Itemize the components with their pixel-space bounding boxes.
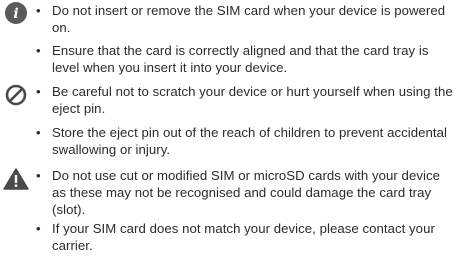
bullet-text: Do not use cut or modified SIM or microS… xyxy=(52,168,440,217)
prohibited-icon xyxy=(3,83,33,107)
list-item: • If your SIM card does not match your d… xyxy=(36,220,456,254)
bullet-text: If your SIM card does not match your dev… xyxy=(52,221,435,253)
list-item: • Ensure that the card is correctly alig… xyxy=(36,42,456,76)
bullet-text: Store the eject pin out of the reach of … xyxy=(52,125,447,157)
list-item: • Do not use cut or modified SIM or micr… xyxy=(36,167,456,218)
bullet-dot: • xyxy=(36,3,41,18)
sim-card-notes: i • Do not insert or remove the SIM card… xyxy=(0,0,466,257)
bullet-dot: • xyxy=(36,168,41,183)
warning-icon xyxy=(3,167,33,191)
bullet-text: Ensure that the card is correctly aligne… xyxy=(52,43,429,75)
bullet-dot: • xyxy=(36,221,41,236)
list-item: • Do not insert or remove the SIM card w… xyxy=(36,2,456,36)
info-icon: i xyxy=(3,1,33,25)
list-item: • Be careful not to scratch your device … xyxy=(36,83,456,117)
bullet-dot: • xyxy=(36,84,41,99)
list-item: • Store the eject pin out of the reach o… xyxy=(36,124,456,158)
bullet-dot: • xyxy=(36,43,41,58)
bullet-text: Be careful not to scratch your device or… xyxy=(52,84,453,116)
bullet-text: Do not insert or remove the SIM card whe… xyxy=(52,3,446,35)
bullet-dot: • xyxy=(36,125,41,140)
svg-text:i: i xyxy=(13,6,18,22)
